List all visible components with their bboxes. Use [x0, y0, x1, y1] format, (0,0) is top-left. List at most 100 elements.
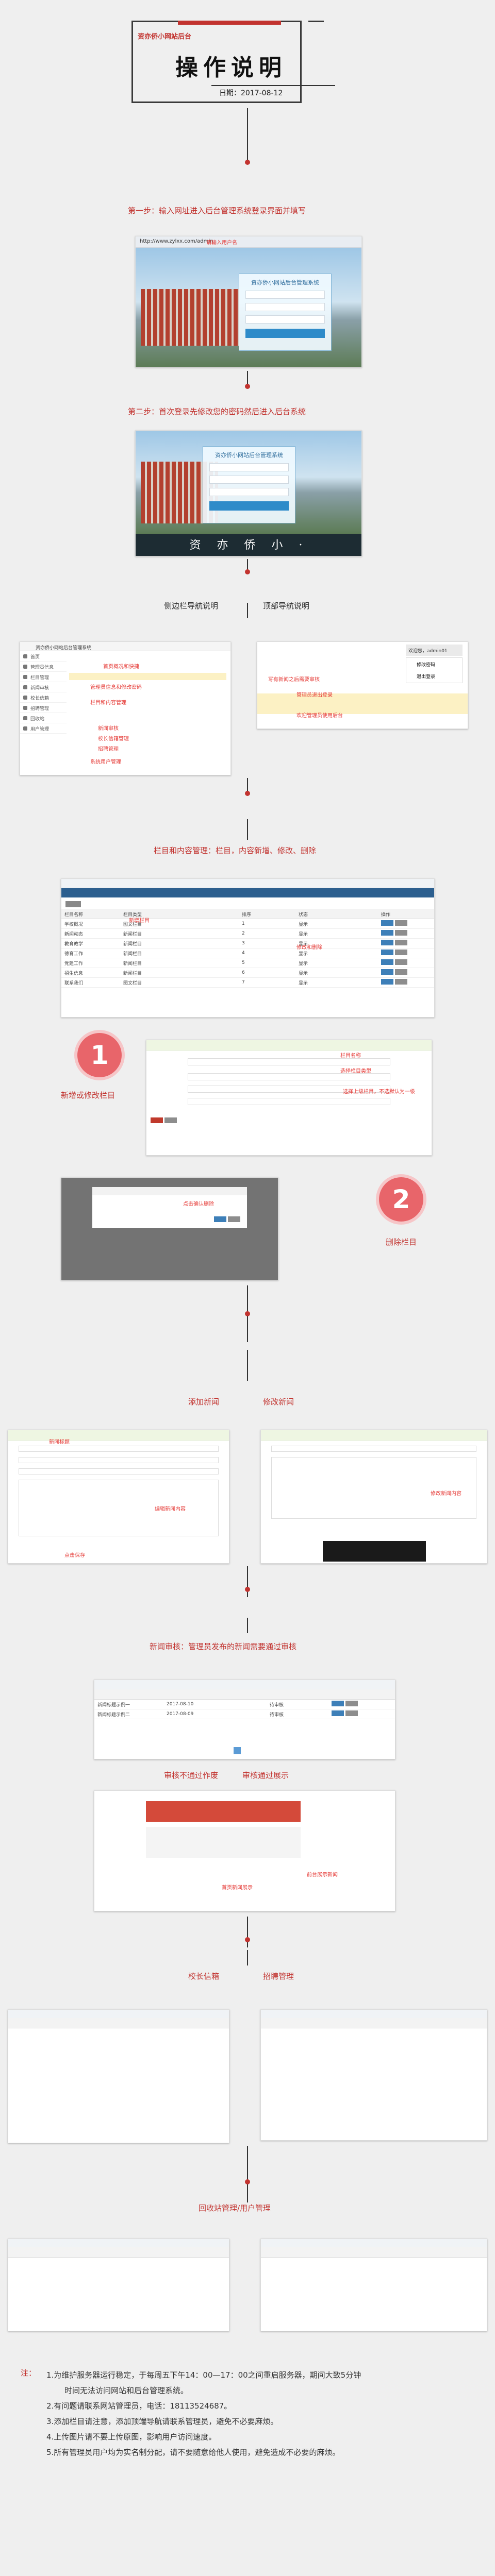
add-column-button[interactable] — [65, 901, 81, 907]
recruit-label: 招聘管理 — [263, 1972, 294, 1981]
timeline-line — [247, 108, 248, 162]
mailbox-screenshot — [8, 2009, 229, 2143]
user-dropdown[interactable]: 欢迎您，admin01 — [406, 645, 463, 656]
step-number-1: 1 — [77, 1033, 122, 1077]
edit-button[interactable] — [381, 920, 393, 926]
column-type-select[interactable] — [188, 1073, 390, 1080]
table-row: 德育工作 新闻栏目 4 显示 — [61, 948, 434, 958]
new-password-field[interactable] — [209, 476, 289, 484]
timeline-dot — [245, 160, 250, 165]
delete-button[interactable] — [395, 940, 407, 945]
column-table-screenshot: 栏目名称 栏目类型 排序 状态 操作 学校概况 图文栏目 1 显示 新闻动态 新闻栏目 2… — [61, 878, 435, 1018]
note-line: 1.为维护服务器运行稳定，于每周五下午14：00—17：00之间重启服务器，期间… — [46, 2370, 361, 2380]
approve-button[interactable] — [332, 1710, 344, 1716]
side-menu-item[interactable]: 回收站 — [20, 713, 67, 723]
delete-dialog — [92, 1187, 247, 1228]
review-fail-label: 审核不通过作废 — [164, 1771, 219, 1780]
side-menu-item[interactable]: 新闻审核 — [20, 682, 67, 692]
side-nav-label: 侧边栏导航说明 — [164, 601, 219, 611]
user-dropdown-menu: 修改密码 退出登录 — [406, 657, 463, 683]
top-nav-label: 顶部导航说明 — [263, 601, 310, 611]
delete-column-screenshot — [61, 1177, 278, 1280]
recruit-screenshot — [260, 2009, 487, 2141]
old-password-field[interactable] — [209, 463, 289, 471]
confirm-button[interactable] — [209, 501, 289, 511]
side-menu-item[interactable]: 栏目管理 — [20, 672, 67, 682]
delete-button[interactable] — [395, 930, 407, 936]
page-title: 操作说明 — [175, 55, 287, 81]
table-row: 联系我们 图文栏目 7 显示 — [61, 978, 434, 988]
cancel-delete-button[interactable] — [228, 1216, 240, 1222]
review-label: 新闻审核：管理员发布的新闻需要通过审核 — [150, 1642, 297, 1651]
side-nav-screenshot: 资亦侨小网站后台管理系统 首页 管理员信息 栏目管理 新闻审核 校长信箱 招聘管… — [20, 641, 231, 775]
side-menu-item[interactable]: 招聘管理 — [20, 703, 67, 713]
reject-button[interactable] — [345, 1710, 358, 1716]
column-select[interactable] — [19, 1468, 219, 1475]
notes-section: 注： 1.为维护服务器运行稳定，于每周五下午14：00—17：00之间重启服务器… — [15, 2367, 480, 2460]
menu-item-change-password[interactable]: 修改密码 — [406, 658, 462, 671]
pagination[interactable] — [234, 1747, 241, 1754]
table-row: 新闻动态 新闻栏目 2 显示 — [61, 929, 434, 939]
edit-news-screenshot — [260, 1430, 487, 1564]
login-form[interactable]: 资亦侨小网站后台管理系统 — [239, 274, 332, 351]
delete-button[interactable] — [395, 969, 407, 975]
delete-button[interactable] — [395, 950, 407, 955]
add-news-screenshot — [8, 1430, 229, 1564]
change-password-form[interactable]: 资亦侨小网站后台管理系统 — [203, 446, 295, 523]
login-form-title: 资亦侨小网站后台管理系统 — [251, 279, 319, 286]
note-line: 时间无法访问网站和后台管理系统。 — [64, 2386, 189, 2395]
step1-text: 第一步：输入网址进入后台管理系统登录界面并填写 — [128, 206, 306, 215]
campus-stone: 资 亦 侨 小 · — [136, 534, 361, 556]
edit-button[interactable] — [381, 969, 393, 975]
save-button[interactable] — [151, 1117, 163, 1123]
side-menu-item[interactable]: 用户管理 — [20, 723, 67, 734]
username-field[interactable] — [245, 291, 325, 299]
side-menu-item[interactable]: 管理员信息 — [20, 662, 67, 672]
thumbnail-upload[interactable] — [19, 1457, 219, 1463]
note-line: 4.上传图片请不要上传原图，影响用户访问速度。 — [46, 2432, 217, 2442]
edit-news-label: 修改新闻 — [263, 1397, 294, 1406]
note-line: 2.有问题请联系网站管理员，电话：18113524687。 — [46, 2401, 232, 2411]
delete-column-label: 删除栏目 — [386, 1238, 417, 1247]
edit-button[interactable] — [381, 930, 393, 936]
login-button[interactable] — [245, 329, 325, 338]
table-row: 新闻标题示例一 2017-08-10 待审核 — [94, 1700, 395, 1709]
note-line: 5.所有管理员用户均为实名制分配，请不要随意给他人使用，避免造成不必要的麻烦。 — [46, 2448, 340, 2457]
edit-button[interactable] — [381, 940, 393, 945]
delete-button[interactable] — [395, 959, 407, 965]
top-nav-screenshot: 欢迎您，admin01 修改密码 退出登录 — [257, 641, 468, 729]
column-table-body: 学校概况 图文栏目 1 显示 新闻动态 新闻栏目 2 显示 教育教学 新闻栏目 3 显示 德育工作… — [61, 919, 434, 988]
menu-item-logout[interactable]: 退出登录 — [406, 671, 462, 682]
edit-button[interactable] — [381, 959, 393, 965]
side-menu-item[interactable]: 首页 — [20, 651, 67, 662]
column-name-field[interactable] — [188, 1058, 390, 1065]
table-row: 学校概况 图文栏目 1 显示 — [61, 919, 434, 929]
table-row: 党建工作 新闻栏目 5 显示 — [61, 958, 434, 968]
review-pass-screenshot — [94, 1790, 395, 1911]
header: 资亦侨小网站后台 操作说明 日期：2017-08-12 — [131, 21, 348, 108]
edit-button[interactable] — [381, 979, 393, 985]
edit-button[interactable] — [381, 950, 393, 955]
login-screenshot-2: 资亦侨小网站后台管理系统 资 亦 侨 小 · — [135, 430, 362, 556]
password-field[interactable] — [245, 303, 325, 311]
mailbox-label: 校长信箱 — [188, 1972, 220, 1981]
table-row: 教育教学 新闻栏目 3 显示 — [61, 939, 434, 948]
approve-button[interactable] — [332, 1701, 344, 1706]
add-modify-label: 新增或修改栏目 — [61, 1091, 116, 1100]
delete-button[interactable] — [395, 920, 407, 926]
step2-text: 第二步：首次登录先修改您的密码然后进入后台系统 — [128, 407, 306, 416]
cancel-button[interactable] — [164, 1117, 177, 1123]
side-menu-item[interactable]: 校长信箱 — [20, 692, 67, 703]
news-title-field[interactable] — [19, 1446, 219, 1452]
header-accent-bar — [178, 21, 281, 25]
column-table-header: 栏目名称 栏目类型 排序 状态 操作 — [61, 909, 434, 919]
instruction-page: 资亦侨小网站后台 操作说明 日期：2017-08-12 第一步：输入网址进入后台… — [0, 0, 495, 2576]
table-row: 招生信息 新闻栏目 6 显示 — [61, 968, 434, 978]
news-editor[interactable] — [19, 1480, 219, 1536]
captcha-field[interactable] — [245, 315, 325, 324]
confirm-delete-button[interactable] — [214, 1216, 226, 1222]
confirm-password-field[interactable] — [209, 488, 289, 496]
reject-button[interactable] — [345, 1701, 358, 1706]
modify-column-screenshot — [146, 1040, 432, 1156]
delete-button[interactable] — [395, 979, 407, 985]
